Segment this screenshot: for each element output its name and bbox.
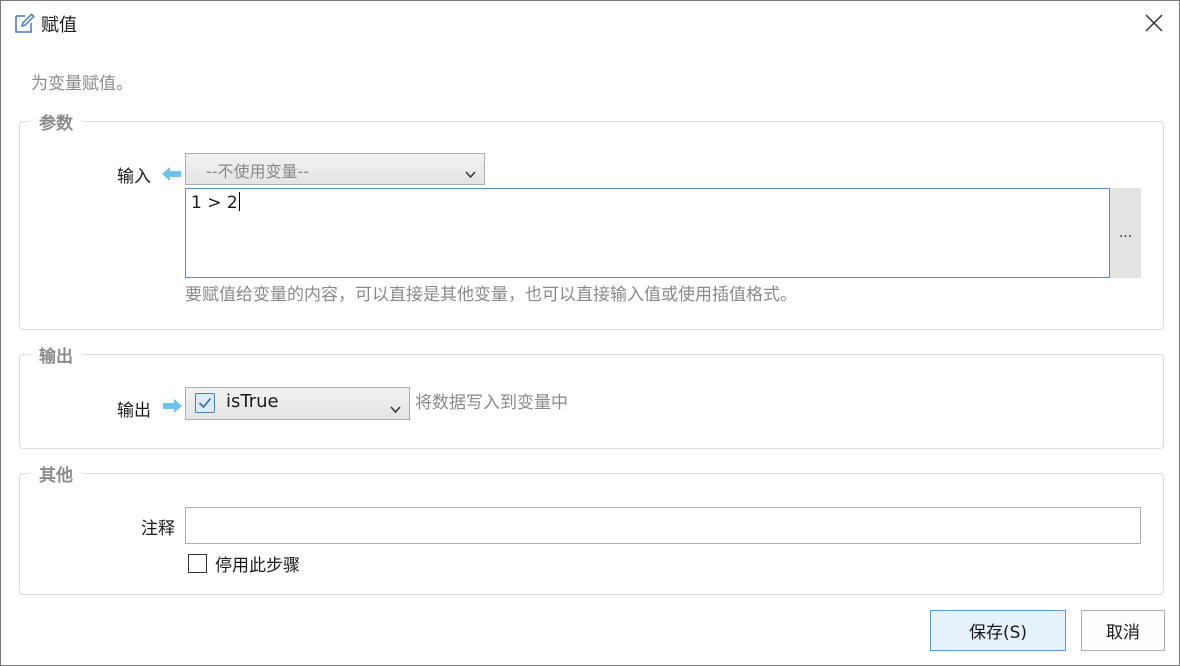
arrow-right-icon: [162, 398, 182, 414]
title-bar: 赋值: [1, 1, 1179, 45]
chevron-down-icon: [465, 164, 476, 179]
disable-step-checkbox[interactable]: [188, 554, 207, 573]
output-label: 输出: [117, 401, 151, 421]
expression-textarea[interactable]: 1 > 2: [185, 188, 1110, 278]
other-group: 其他 注释 停用此步骤: [19, 461, 1164, 595]
close-icon[interactable]: [1137, 7, 1171, 39]
cancel-button[interactable]: 取消: [1081, 610, 1165, 651]
arrow-left-icon: [162, 166, 182, 182]
checkmark-icon: [195, 393, 215, 413]
output-variable-select[interactable]: isTrue: [185, 387, 410, 420]
output-group: 输出 输出 isTrue 将数据写入到变量中: [19, 342, 1164, 449]
window-title: 赋值: [41, 15, 77, 36]
input-label: 输入: [117, 167, 151, 187]
other-group-title: 其他: [30, 461, 82, 486]
params-group: 参数 输入 --不使用变量-- 1 > 2 ... 要赋值给变量的内容，可以直接…: [19, 109, 1164, 330]
expression-text: 1 > 2: [191, 193, 238, 213]
output-hint: 将数据写入到变量中: [415, 393, 568, 413]
output-group-title: 输出: [30, 342, 82, 367]
save-button[interactable]: 保存(S): [930, 610, 1066, 651]
input-variable-select[interactable]: --不使用变量--: [185, 153, 485, 185]
edit-icon: [12, 11, 36, 35]
input-hint: 要赋值给变量的内容，可以直接是其他变量，也可以直接输入值或使用插值格式。: [185, 285, 797, 305]
output-variable-value: isTrue: [226, 391, 279, 412]
input-variable-select-value: --不使用变量--: [206, 162, 310, 181]
params-group-title: 参数: [30, 109, 82, 134]
chevron-down-icon: [390, 399, 401, 413]
assign-dialog: 赋值 为变量赋值。 参数 输入 --不使用变量-- 1 > 2 ... 要赋值给…: [0, 0, 1180, 666]
ellipsis-button[interactable]: ...: [1110, 188, 1141, 278]
disable-step-label[interactable]: 停用此步骤: [215, 551, 300, 576]
text-caret: [238, 192, 240, 211]
comment-input[interactable]: [185, 507, 1141, 544]
comment-label: 注释: [141, 519, 175, 539]
dialog-description: 为变量赋值。: [31, 74, 133, 94]
